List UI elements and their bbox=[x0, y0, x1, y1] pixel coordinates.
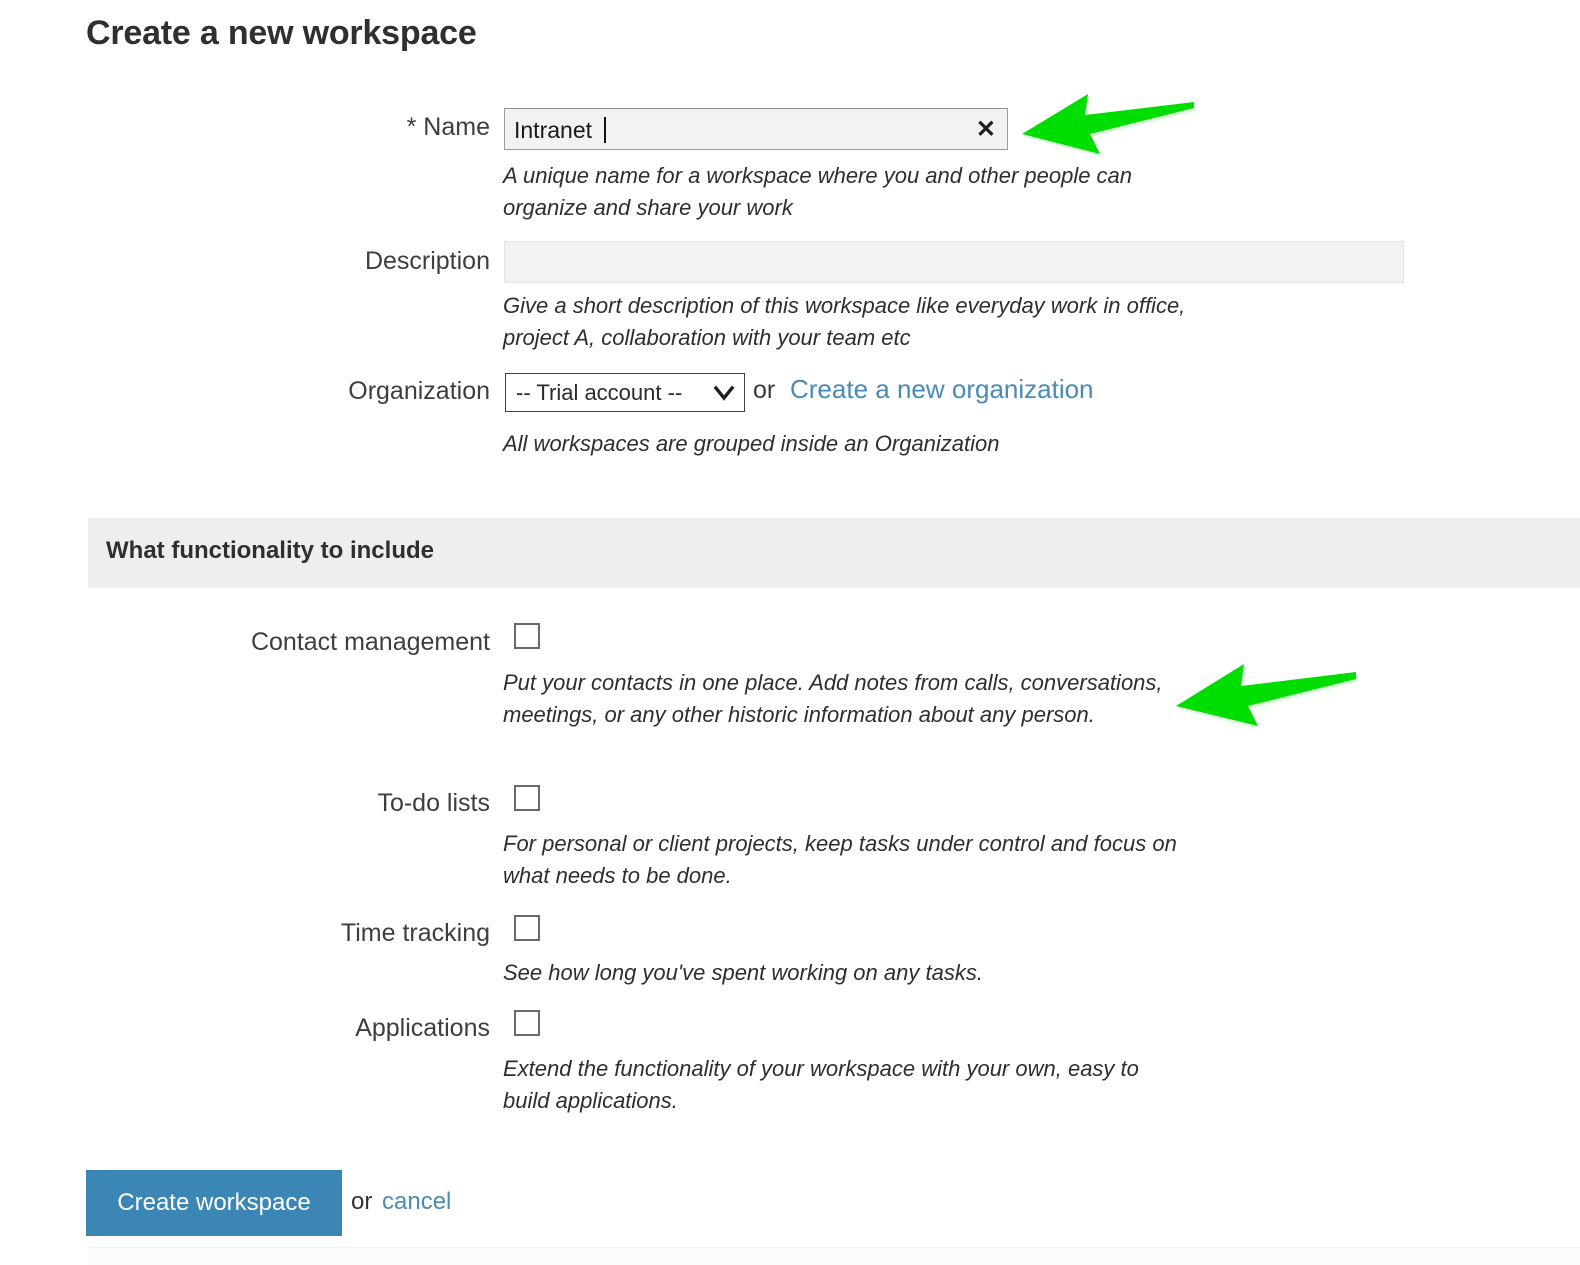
organization-or-text: or bbox=[753, 376, 776, 404]
contact-management-label: Contact management bbox=[250, 628, 490, 656]
contact-management-help-text: Put your contacts in one place. Add note… bbox=[503, 670, 1163, 727]
description-input[interactable] bbox=[504, 241, 1404, 283]
close-icon[interactable]: ✕ bbox=[976, 116, 996, 143]
todo-lists-label: To-do lists bbox=[377, 789, 490, 817]
cancel-link[interactable]: cancel bbox=[382, 1188, 451, 1216]
time-tracking-help-text: See how long you've spent working on any… bbox=[503, 960, 983, 985]
footer-or-text: or bbox=[351, 1188, 373, 1215]
description-label: Description bbox=[364, 247, 490, 275]
arrow-pointing-at-contact-management bbox=[1172, 650, 1360, 732]
section-title: What functionality to include bbox=[106, 537, 434, 564]
arrow-pointing-at-name-field bbox=[1018, 82, 1198, 160]
name-label: * Name bbox=[406, 113, 490, 141]
panel-bottom-edge bbox=[88, 1247, 1580, 1265]
time-tracking-checkbox[interactable] bbox=[514, 915, 540, 941]
name-help-text: A unique name for a workspace where you … bbox=[503, 163, 1133, 220]
text-caret bbox=[604, 117, 606, 143]
todo-lists-checkbox[interactable] bbox=[514, 785, 540, 811]
chevron-down-icon bbox=[713, 378, 735, 408]
description-help-text: Give a short description of this workspa… bbox=[503, 293, 1186, 350]
name-input[interactable]: Intranet ✕ bbox=[504, 108, 1008, 150]
functionality-section-header: What functionality to include bbox=[88, 518, 1580, 588]
applications-help-text: Extend the functionality of your workspa… bbox=[503, 1056, 1139, 1113]
organization-label: Organization bbox=[348, 377, 490, 405]
organization-selected-value: -- Trial account -- bbox=[516, 380, 683, 405]
applications-label: Applications bbox=[355, 1014, 490, 1042]
create-new-organization-link[interactable]: Create a new organization bbox=[790, 374, 1094, 405]
name-input-value: Intranet bbox=[514, 117, 592, 143]
applications-checkbox[interactable] bbox=[514, 1010, 540, 1036]
organization-select[interactable]: -- Trial account -- bbox=[505, 373, 745, 412]
time-tracking-label: Time tracking bbox=[340, 919, 490, 947]
organization-help-text: All workspaces are grouped inside an Org… bbox=[503, 431, 1000, 456]
create-workspace-page: Create a new workspace * Name Intranet ✕… bbox=[0, 0, 1580, 1265]
contact-management-checkbox[interactable] bbox=[514, 623, 540, 649]
page-title: Create a new workspace bbox=[86, 14, 477, 52]
todo-lists-help-text: For personal or client projects, keep ta… bbox=[503, 831, 1177, 888]
create-workspace-button[interactable]: Create workspace bbox=[86, 1170, 342, 1236]
